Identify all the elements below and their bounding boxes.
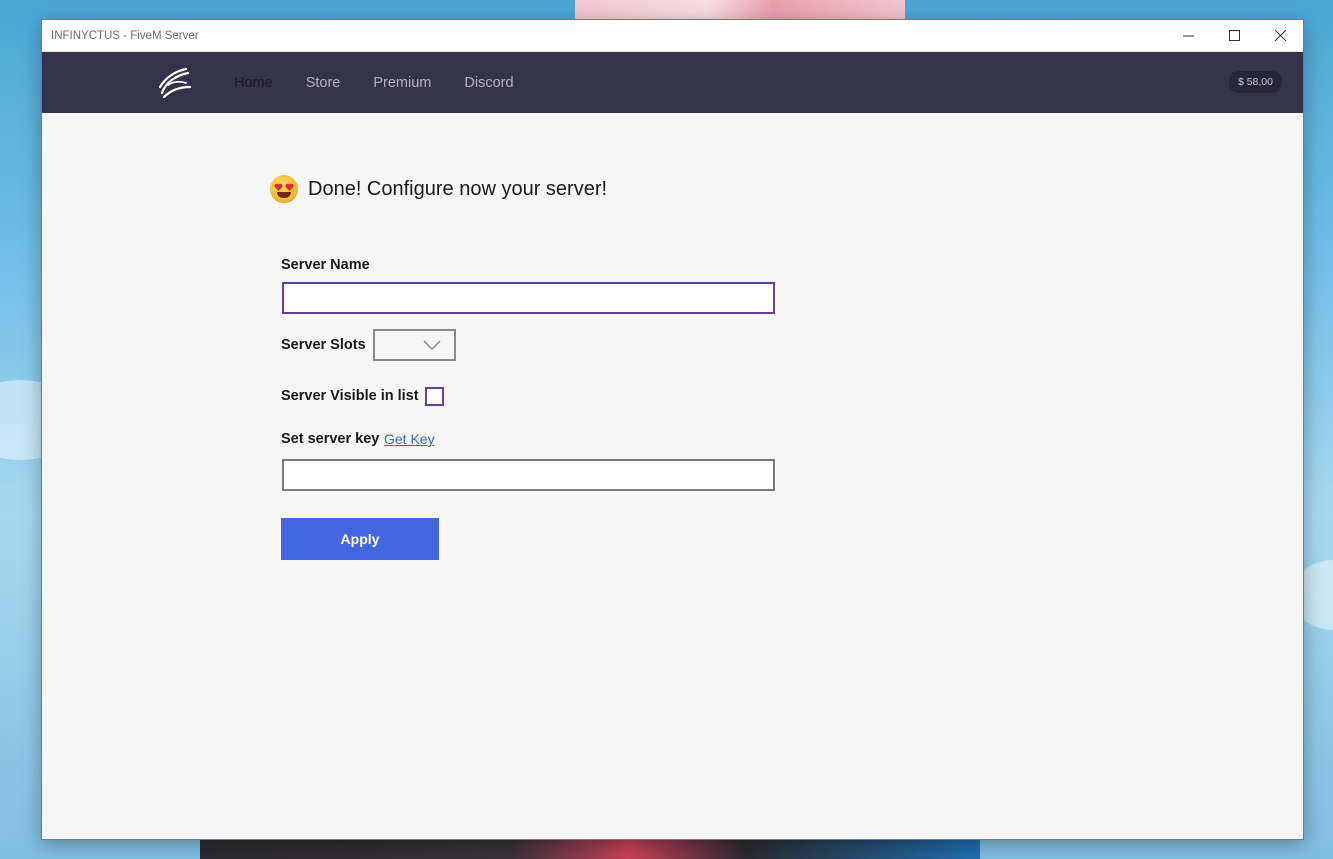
- nav-item-discord[interactable]: Discord: [464, 75, 513, 91]
- minimize-icon[interactable]: [1165, 20, 1211, 51]
- server-visible-label: Server Visible in list: [281, 388, 419, 404]
- window-controls: [1165, 20, 1303, 51]
- server-slots-label: Server Slots: [281, 337, 366, 353]
- server-name-label: Server Name: [281, 257, 370, 273]
- wallpaper-art-bottom: [200, 836, 980, 859]
- balance-badge: $ 58,00: [1228, 71, 1282, 93]
- apply-button[interactable]: Apply: [281, 518, 439, 560]
- server-key-input[interactable]: [282, 459, 775, 491]
- chevron-down-icon: [423, 340, 441, 350]
- title-bar[interactable]: INFINYCTUS - FiveM Server: [42, 20, 1303, 52]
- server-slots-dropdown[interactable]: [373, 329, 456, 361]
- server-key-label: Set server key: [281, 431, 380, 447]
- page-title: Done! Configure now your server!: [308, 177, 608, 200]
- maximize-icon[interactable]: [1211, 20, 1257, 51]
- nav-item-home[interactable]: Home: [234, 75, 273, 91]
- page-heading: Done! Configure now your server!: [270, 175, 607, 203]
- top-navbar: Home Store Premium Discord $ 58,00: [42, 52, 1303, 113]
- server-name-input[interactable]: [282, 282, 775, 314]
- nav-item-premium[interactable]: Premium: [373, 75, 431, 91]
- app-window: INFINYCTUS - FiveM Server Home Store Pre…: [42, 20, 1303, 839]
- heart-eyes-emoji-icon: [270, 175, 298, 203]
- get-key-link[interactable]: Get Key: [384, 431, 435, 447]
- close-icon[interactable]: [1257, 20, 1303, 51]
- nav-item-store[interactable]: Store: [306, 75, 341, 91]
- window-title: INFINYCTUS - FiveM Server: [51, 29, 199, 42]
- server-visible-checkbox[interactable]: [425, 387, 444, 406]
- nav-menu: Home Store Premium Discord: [234, 52, 547, 113]
- wallpaper-art-top: [575, 0, 905, 22]
- app-logo-icon[interactable]: [156, 65, 192, 101]
